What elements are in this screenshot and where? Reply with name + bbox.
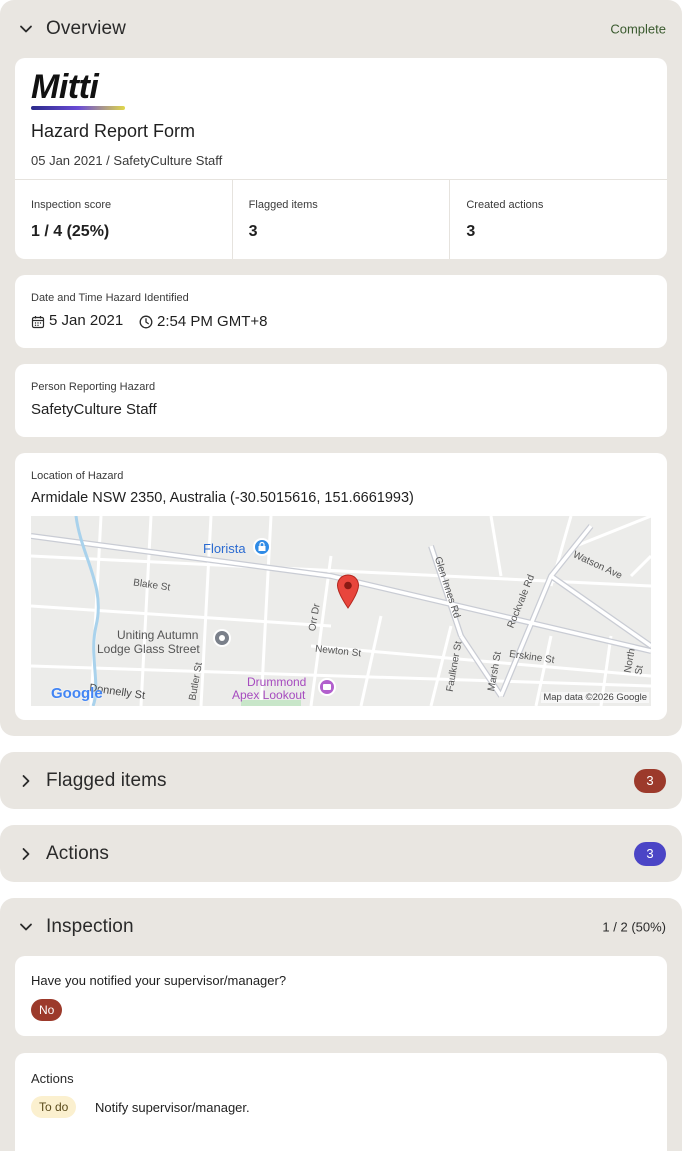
flagged-count-badge: 3 — [634, 768, 666, 793]
action-status-badge: To do — [31, 1096, 77, 1118]
location-map[interactable]: Florista Blake St Orr Dr Glen Innes Rd R… — [31, 516, 651, 706]
question-card: Have you notified your supervisor/manage… — [15, 956, 667, 1036]
actions-count-badge: 3 — [634, 841, 666, 866]
overview-section: Overview Complete Mitti Hazard Report Fo… — [0, 0, 682, 736]
actions-title: Actions — [46, 842, 110, 864]
person-label: Person Reporting Hazard — [31, 381, 156, 393]
actions-card: Actions To do Notify supervisor/manager. — [15, 1053, 667, 1151]
datetime-label: Date and Time Hazard Identified — [31, 292, 189, 304]
action-text: Notify supervisor/manager. — [95, 1100, 250, 1115]
map-label-uniting-2: Lodge Glass Street — [97, 642, 200, 656]
datetime-card: Date and Time Hazard Identified 5 Jan 20… — [15, 275, 667, 348]
action-item[interactable]: To do Notify supervisor/manager. — [31, 1096, 431, 1118]
calendar-icon — [31, 316, 45, 329]
clock-icon — [139, 315, 153, 329]
actions-label: Actions — [31, 1071, 74, 1086]
map-pin-uniting-icon[interactable] — [213, 629, 231, 647]
flagged-items-section[interactable]: Flagged items 3 — [0, 752, 682, 809]
chevron-down-icon — [20, 923, 32, 930]
inspection-section: Inspection 1 / 2 (50%) Have you notified… — [0, 898, 682, 1151]
map-label-florista: Florista — [203, 541, 246, 556]
company-logo: Mitti — [31, 70, 131, 110]
map-roads — [31, 516, 651, 706]
actions-section[interactable]: Actions 3 — [0, 825, 682, 882]
overview-title: Overview — [46, 17, 126, 39]
map-label-drummond-2: Apex Lookout — [232, 688, 306, 702]
flagged-items-title: Flagged items — [46, 769, 167, 791]
metric-inspection-score: Inspection score 1 / 4 (25%) — [15, 180, 233, 259]
answer-no-badge: No — [31, 999, 63, 1021]
location-label: Location of Hazard — [31, 470, 124, 482]
metric-created-actions: Created actions 3 — [466, 199, 544, 240]
map-pin-drummond-icon[interactable] — [318, 678, 336, 696]
inspection-title: Inspection — [46, 915, 134, 937]
overview-header[interactable]: Overview Complete — [0, 0, 682, 57]
flagged-items-header[interactable]: Flagged items 3 — [0, 752, 682, 809]
location-marker-icon[interactable] — [336, 574, 360, 610]
chevron-right-icon — [22, 774, 30, 787]
hazard-time: 2:54 PM GMT+8 — [157, 313, 268, 330]
status-badge: Complete — [610, 21, 666, 36]
actions-header[interactable]: Actions 3 — [0, 825, 682, 882]
inspection-score: 1 / 2 (50%) — [602, 919, 666, 934]
location-value: Armidale NSW 2350, Australia (-30.501561… — [31, 490, 414, 506]
person-card: Person Reporting Hazard SafetyCulture St… — [15, 364, 667, 437]
chevron-right-icon — [22, 847, 30, 860]
metric-flagged-items: Flagged items 3 — [233, 180, 451, 259]
map-pin-florista-icon[interactable] — [253, 538, 271, 556]
metrics-row: Inspection score 1 / 4 (25%) Flagged ite… — [15, 179, 667, 259]
chevron-down-icon — [20, 25, 32, 32]
map-label-uniting-1: Uniting Autumn — [117, 628, 199, 642]
person-value: SafetyCulture Staff — [31, 401, 157, 418]
form-title: Hazard Report Form — [31, 121, 196, 141]
report-subtitle: 05 Jan 2021 / SafetyCulture Staff — [31, 153, 223, 168]
report-header-card: Mitti Hazard Report Form 05 Jan 2021 / S… — [15, 58, 667, 259]
map-attribution: Map data ©2026 Google — [541, 692, 649, 703]
hazard-date: 5 Jan 2021 — [49, 312, 124, 329]
location-card: Location of Hazard Armidale NSW 2350, Au… — [15, 453, 667, 720]
map-label-drummond-1: Drummond — [247, 675, 307, 689]
question-text: Have you notified your supervisor/manage… — [31, 973, 287, 988]
inspection-header[interactable]: Inspection 1 / 2 (50%) — [0, 898, 682, 955]
google-logo: Google — [51, 685, 103, 702]
